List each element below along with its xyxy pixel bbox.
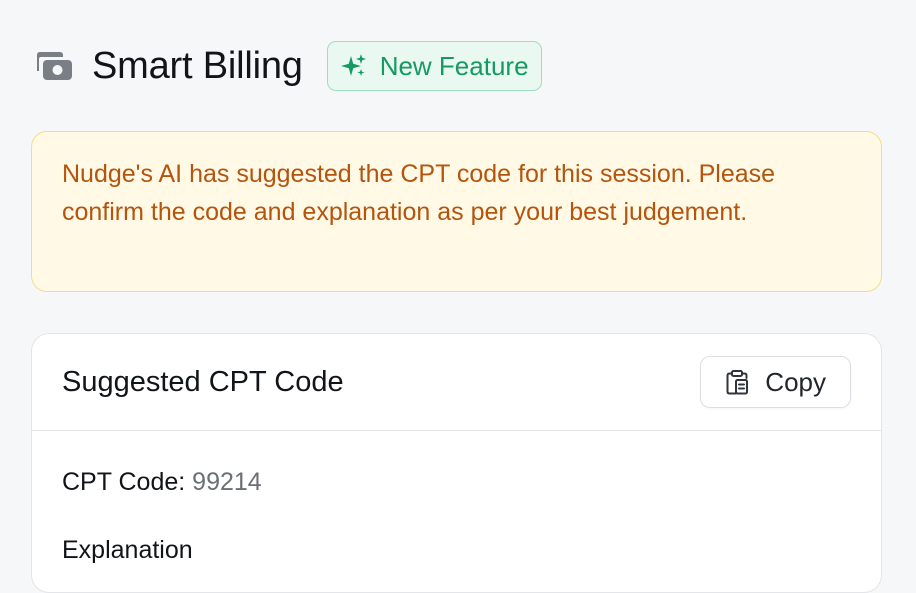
- alert-message: Nudge's AI has suggested the CPT code fo…: [62, 160, 776, 226]
- clipboard-copy-icon: [723, 368, 751, 396]
- suggested-cpt-card: Suggested CPT Code Copy CPT Code: 99214 …: [31, 333, 882, 593]
- copy-button-label: Copy: [765, 366, 826, 397]
- ai-suggestion-alert: Nudge's AI has suggested the CPT code fo…: [31, 131, 882, 292]
- billing-photo-stack-icon: [34, 49, 74, 83]
- new-feature-badge: New Feature: [326, 41, 542, 91]
- smart-billing-panel: Smart Billing New Feature Nudge's AI has…: [0, 0, 916, 593]
- new-feature-label: New Feature: [379, 50, 529, 81]
- cpt-code-row: CPT Code: 99214: [62, 465, 851, 499]
- card-title: Suggested CPT Code: [62, 365, 344, 398]
- card-header: Suggested CPT Code Copy: [32, 334, 881, 431]
- panel-header: Smart Billing New Feature: [34, 38, 542, 94]
- copy-button[interactable]: Copy: [700, 356, 851, 408]
- cpt-code-label: CPT Code:: [62, 468, 186, 496]
- explanation-label: Explanation: [62, 536, 193, 564]
- page-title: Smart Billing: [92, 44, 303, 87]
- sparkles-icon: [340, 52, 368, 80]
- cpt-code-value: 99214: [192, 468, 262, 496]
- card-body: CPT Code: 99214 Explanation: [32, 431, 881, 567]
